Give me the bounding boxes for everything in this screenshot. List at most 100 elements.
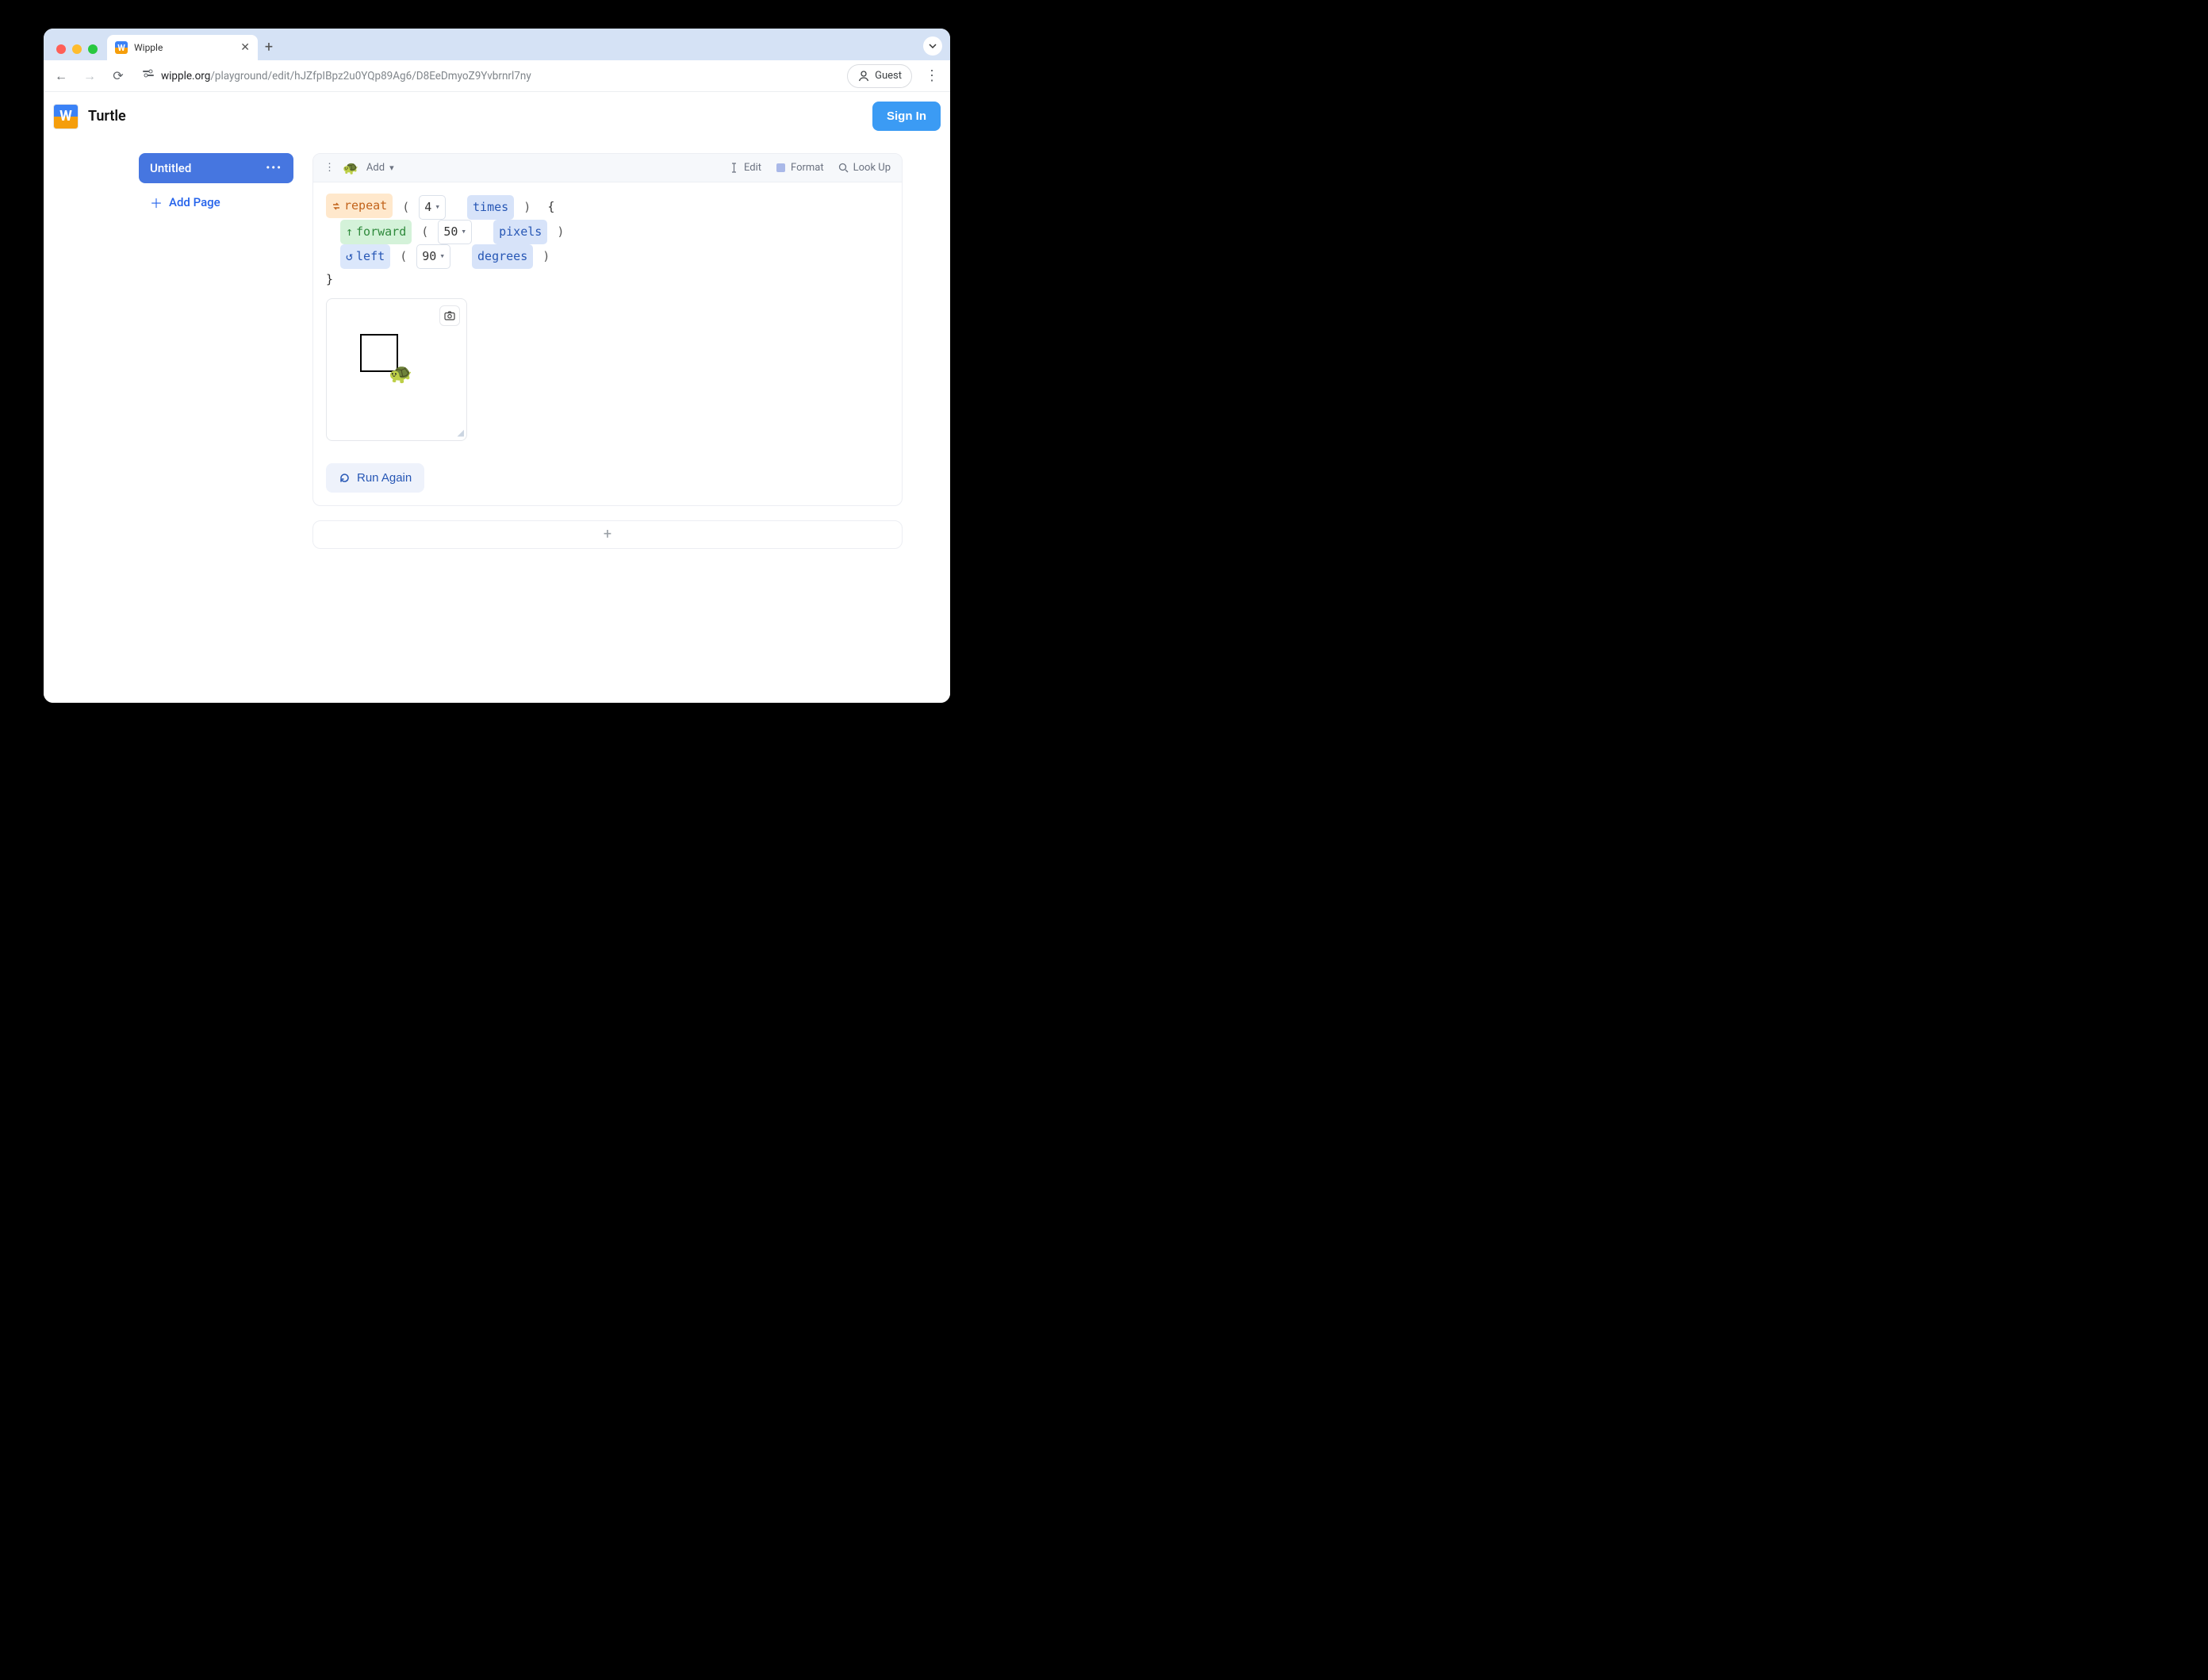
- plus-icon: ＋: [150, 193, 163, 212]
- workspace: Untitled ••• ＋ Add Page ⋮ 🐢 Add: [44, 140, 950, 581]
- rotate-left-icon: ↺: [346, 246, 353, 267]
- camera-icon: [444, 310, 455, 321]
- output-canvas: 🐢 ◢: [326, 298, 467, 441]
- address-bar[interactable]: wipple.org/playground/edit/hJZfpIBpz2u0Y…: [137, 68, 838, 83]
- reload-button[interactable]: ⟳: [109, 68, 128, 83]
- minimize-window-icon[interactable]: [72, 44, 82, 54]
- add-page-button[interactable]: ＋ Add Page: [139, 188, 293, 217]
- window-controls: [52, 44, 104, 60]
- sidebar-page-label: Untitled: [150, 161, 191, 175]
- times-label: times: [473, 197, 508, 218]
- browser-menu-button[interactable]: ⋮: [922, 67, 942, 84]
- edit-label: Edit: [744, 162, 761, 174]
- profile-label: Guest: [875, 70, 902, 82]
- left-label: left: [356, 246, 385, 267]
- code-line-3: ↺ left ( 90 ▾ degrees: [326, 244, 889, 269]
- left-token[interactable]: ↺ left: [340, 244, 390, 269]
- profile-button[interactable]: Guest: [847, 64, 912, 88]
- chevron-down-icon: ▾: [461, 224, 466, 240]
- open-paren: (: [397, 249, 409, 263]
- sidebar-page-item[interactable]: Untitled •••: [139, 153, 293, 183]
- code-line-2: ↑ forward ( 50 ▾ pixels: [326, 220, 889, 244]
- degrees-label: degrees: [477, 246, 527, 267]
- chevron-down-icon: ▾: [389, 163, 394, 173]
- pixels-token[interactable]: pixels: [493, 220, 547, 244]
- left-value-input[interactable]: 90 ▾: [416, 244, 450, 269]
- add-label: Add: [366, 162, 385, 174]
- repeat-value-input[interactable]: 4 ▾: [419, 195, 446, 220]
- editor-toolbar: ⋮ 🐢 Add ▾ Edit: [313, 154, 902, 182]
- forward-token[interactable]: ↑ forward: [340, 220, 412, 244]
- plus-icon: +: [604, 526, 611, 543]
- repeat-value: 4: [424, 197, 431, 218]
- repeat-icon: [332, 201, 341, 211]
- close-tab-icon[interactable]: ✕: [240, 41, 250, 54]
- code-line-1: repeat ( 4 ▾ times: [326, 194, 889, 220]
- close-window-icon[interactable]: [56, 44, 66, 54]
- add-page-label: Add Page: [169, 195, 220, 209]
- browser-tab[interactable]: W Wipple ✕: [107, 35, 258, 60]
- format-icon: [776, 163, 786, 173]
- chevron-down-icon: ▾: [439, 248, 445, 264]
- new-tab-button[interactable]: +: [258, 39, 280, 60]
- code-body: repeat ( 4 ▾ times: [313, 182, 902, 452]
- refresh-icon: [339, 472, 351, 484]
- close-paren: ): [521, 200, 533, 214]
- card-menu-button[interactable]: ⋮: [324, 162, 335, 174]
- back-button[interactable]: ←: [52, 68, 71, 84]
- code-editor[interactable]: repeat ( 4 ▾ times: [326, 194, 889, 290]
- forward-label: forward: [356, 221, 406, 243]
- browser-window: W Wipple ✕ + ← → ⟳ wipple.org/playground…: [44, 29, 950, 703]
- edit-button[interactable]: Edit: [729, 162, 761, 174]
- screenshot-button[interactable]: [439, 305, 460, 326]
- sidebar: Untitled ••• ＋ Add Page: [139, 153, 293, 549]
- degrees-token[interactable]: degrees: [472, 244, 533, 269]
- tab-title: Wipple: [134, 42, 163, 53]
- search-icon: [838, 163, 849, 173]
- forward-value-input[interactable]: 50 ▾: [438, 220, 472, 244]
- site-settings-icon[interactable]: [142, 68, 155, 83]
- page-options-icon[interactable]: •••: [266, 162, 282, 175]
- maximize-window-icon[interactable]: [88, 44, 98, 54]
- tabs-menu-button[interactable]: [923, 36, 942, 56]
- tab-strip: W Wipple ✕ +: [44, 29, 950, 60]
- open-paren: (: [400, 200, 412, 214]
- add-block-button[interactable]: Add ▾: [366, 162, 394, 174]
- url-host: wipple.org: [161, 70, 210, 82]
- close-paren: ): [540, 249, 552, 263]
- run-again-button[interactable]: Run Again: [326, 463, 424, 493]
- turtle-sprite-icon: 🐢: [389, 362, 412, 385]
- pixels-label: pixels: [499, 221, 542, 243]
- close-paren: ): [554, 224, 566, 239]
- format-button[interactable]: Format: [776, 162, 824, 174]
- page-title: Turtle: [88, 108, 126, 125]
- editor-main: ⋮ 🐢 Add ▾ Edit: [312, 153, 903, 549]
- app-logo-icon[interactable]: W: [53, 104, 79, 129]
- forward-value: 50: [443, 221, 458, 243]
- favicon-icon: W: [115, 41, 128, 54]
- turtle-icon: 🐢: [343, 160, 358, 175]
- code-line-4: }: [326, 269, 889, 290]
- chevron-down-icon: ▾: [435, 199, 440, 215]
- repeat-token[interactable]: repeat: [326, 194, 393, 218]
- url-path: /playground/edit/hJZfpIBpz2u0YQp89Ag6/D8…: [210, 70, 531, 82]
- left-value: 90: [422, 246, 436, 267]
- repeat-label: repeat: [344, 195, 387, 217]
- app-root: W Turtle Sign In Untitled ••• ＋ Add Page: [44, 92, 950, 703]
- chevron-down-icon: [929, 42, 937, 50]
- run-label: Run Again: [357, 471, 412, 485]
- code-card: ⋮ 🐢 Add ▾ Edit: [312, 153, 903, 506]
- add-card-button[interactable]: +: [312, 520, 903, 549]
- resize-handle-icon[interactable]: ◢: [458, 428, 464, 438]
- user-icon: [857, 70, 870, 82]
- forward-button[interactable]: →: [80, 68, 99, 84]
- browser-toolbar: ← → ⟳ wipple.org/playground/edit/hJZfpIB…: [44, 60, 950, 92]
- times-token[interactable]: times: [467, 195, 514, 220]
- lookup-button[interactable]: Look Up: [838, 162, 891, 174]
- text-cursor-icon: [729, 163, 739, 173]
- format-label: Format: [791, 162, 824, 174]
- arrow-up-icon: ↑: [346, 221, 353, 243]
- lookup-label: Look Up: [853, 162, 891, 174]
- signin-button[interactable]: Sign In: [872, 102, 941, 131]
- open-paren: (: [419, 224, 431, 239]
